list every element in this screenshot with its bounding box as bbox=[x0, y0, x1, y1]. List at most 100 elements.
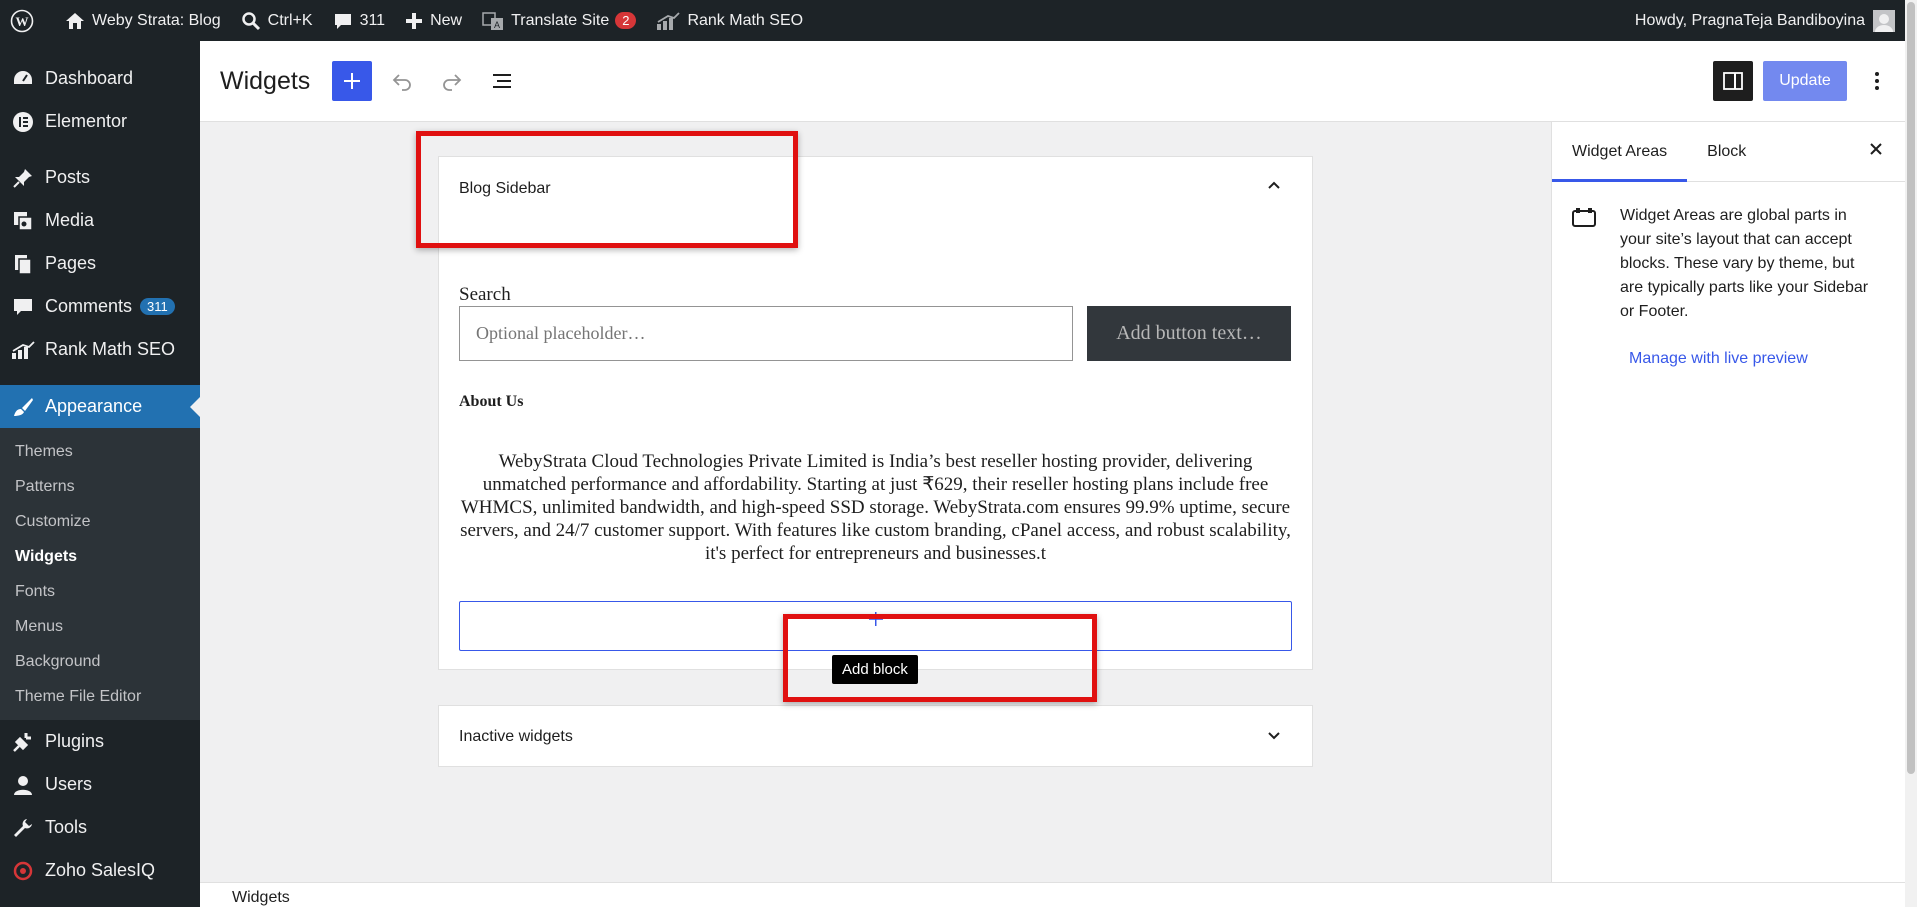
new-label: New bbox=[430, 11, 463, 29]
search-icon bbox=[241, 11, 260, 30]
comments-count: 311 bbox=[359, 11, 386, 29]
dashboard-icon bbox=[11, 67, 35, 91]
command-palette-link[interactable]: Ctrl+K bbox=[231, 0, 323, 41]
menu-item-posts[interactable]: Posts bbox=[0, 156, 200, 199]
comments-link[interactable]: 311 bbox=[323, 0, 396, 41]
search-block-input[interactable]: Optional placeholder… bbox=[459, 306, 1073, 361]
about-us-heading[interactable]: About Us bbox=[459, 393, 523, 411]
breadcrumb-widgets[interactable]: Widgets bbox=[232, 889, 290, 906]
widget-area-icon bbox=[1572, 204, 1596, 324]
user-icon bbox=[11, 773, 35, 797]
submenu-item-fonts[interactable]: Fonts bbox=[0, 574, 200, 609]
comment-icon bbox=[334, 13, 351, 29]
translate-badge: 2 bbox=[615, 12, 637, 29]
menu-label-tools: Tools bbox=[45, 817, 88, 837]
svg-text:A: A bbox=[494, 20, 500, 30]
inactive-widgets-title[interactable]: Inactive widgets bbox=[459, 728, 573, 746]
menu-item-pages[interactable]: Pages bbox=[0, 242, 200, 285]
menu-label-elementor: Elementor bbox=[45, 111, 128, 131]
translate-site-link[interactable]: A Translate Site 2 bbox=[472, 0, 646, 41]
list-view-icon bbox=[493, 74, 512, 88]
pages-icon bbox=[11, 252, 35, 276]
plus-icon bbox=[406, 12, 423, 29]
translate-icon: A bbox=[482, 11, 504, 30]
new-content-link[interactable]: New bbox=[395, 0, 472, 41]
comment-icon bbox=[11, 295, 35, 319]
search-block-label[interactable]: Search bbox=[459, 284, 511, 306]
options-menu-button[interactable] bbox=[1857, 61, 1897, 101]
menu-label-users: Users bbox=[45, 774, 93, 794]
menu-label-rank-math: Rank Math SEO bbox=[45, 339, 176, 359]
header-actions: Update bbox=[1713, 61, 1905, 101]
menu-label-pages: Pages bbox=[45, 253, 97, 273]
admin-menu: Dashboard Elementor Posts Media Pages Co… bbox=[0, 41, 200, 907]
wordpress-logo-icon[interactable]: W bbox=[0, 0, 55, 41]
zoho-salesiq-icon bbox=[11, 859, 35, 883]
add-block-appender[interactable] bbox=[459, 601, 1292, 651]
page-scrollbar[interactable] bbox=[1905, 0, 1917, 907]
home-icon bbox=[66, 12, 84, 29]
menu-item-zoho[interactable]: Zoho SalesIQ bbox=[0, 849, 200, 892]
update-button[interactable]: Update bbox=[1763, 61, 1847, 101]
appearance-submenu: Themes Patterns Customize Widgets Fonts … bbox=[0, 428, 200, 720]
submenu-item-background[interactable]: Background bbox=[0, 644, 200, 679]
menu-label-comments: Comments bbox=[45, 296, 133, 316]
close-icon[interactable] bbox=[1867, 140, 1885, 163]
settings-sidebar-toggle[interactable] bbox=[1713, 61, 1753, 101]
svg-text:W: W bbox=[16, 14, 29, 29]
search-shortcut-label: Ctrl+K bbox=[267, 11, 313, 29]
block-inserter-button[interactable] bbox=[332, 61, 373, 101]
undo-button[interactable] bbox=[382, 61, 422, 101]
plug-icon bbox=[11, 730, 35, 754]
submenu-item-widgets[interactable]: Widgets bbox=[0, 539, 200, 574]
rank-math-link[interactable]: Rank Math SEO bbox=[646, 0, 813, 41]
more-vertical-icon bbox=[1875, 72, 1879, 90]
menu-label-dashboard: Dashboard bbox=[45, 68, 134, 88]
tab-widget-areas[interactable]: Widget Areas bbox=[1552, 122, 1688, 182]
menu-item-media[interactable]: Media bbox=[0, 199, 200, 242]
redo-button[interactable] bbox=[432, 61, 472, 101]
menu-item-comments[interactable]: Comments 311 bbox=[0, 285, 200, 328]
tab-block[interactable]: Block bbox=[1687, 122, 1766, 181]
site-name-link[interactable]: Weby Strata: Blog bbox=[55, 0, 231, 41]
menu-item-plugins[interactable]: Plugins bbox=[0, 720, 200, 763]
menu-label-media: Media bbox=[45, 210, 95, 230]
elementor-icon bbox=[11, 110, 35, 134]
widget-area-blog-sidebar: Blog Sidebar Search Optional placeholder… bbox=[438, 156, 1313, 684]
about-us-paragraph[interactable]: WebyStrata Cloud Technologies Private Li… bbox=[459, 450, 1292, 565]
menu-label-zoho: Zoho SalesIQ bbox=[45, 860, 156, 880]
widgets-canvas: Blog Sidebar Search Optional placeholder… bbox=[200, 122, 1551, 882]
manage-live-preview-link[interactable]: Manage with live preview bbox=[1629, 350, 1905, 368]
media-icon bbox=[11, 209, 35, 233]
scrollbar-thumb[interactable] bbox=[1907, 2, 1915, 774]
menu-item-appearance[interactable]: Appearance bbox=[0, 385, 200, 428]
chevron-down-icon[interactable] bbox=[1266, 728, 1282, 749]
submenu-item-patterns[interactable]: Patterns bbox=[0, 469, 200, 504]
menu-item-tools[interactable]: Tools bbox=[0, 806, 200, 849]
redo-icon bbox=[443, 74, 462, 91]
menu-item-rank-math[interactable]: Rank Math SEO bbox=[0, 328, 200, 371]
list-view-button[interactable] bbox=[482, 61, 522, 101]
submenu-item-menus[interactable]: Menus bbox=[0, 609, 200, 644]
wrench-icon bbox=[11, 816, 35, 840]
rank-math-label: Rank Math SEO bbox=[687, 11, 804, 29]
avatar bbox=[1873, 9, 1895, 32]
site-name-label: Weby Strata: Blog bbox=[92, 11, 221, 29]
widget-area-inactive: Inactive widgets bbox=[438, 705, 1313, 767]
search-block-button[interactable]: Add button text… bbox=[1087, 306, 1291, 361]
chevron-up-icon[interactable] bbox=[1266, 177, 1282, 198]
menu-label-appearance: Appearance bbox=[45, 396, 143, 416]
my-account-link[interactable]: Howdy, PragnaTeja Bandiboyina bbox=[1625, 0, 1905, 41]
menu-item-elementor[interactable]: Elementor bbox=[0, 100, 200, 143]
submenu-item-themes[interactable]: Themes bbox=[0, 434, 200, 469]
widget-areas-description: Widget Areas are global parts in your si… bbox=[1620, 207, 1869, 320]
undo-icon bbox=[393, 74, 412, 91]
settings-tabs: Widget Areas Block bbox=[1552, 122, 1905, 182]
submenu-item-theme-file-editor[interactable]: Theme File Editor bbox=[0, 679, 200, 714]
menu-item-users[interactable]: Users bbox=[0, 763, 200, 806]
menu-item-dashboard[interactable]: Dashboard bbox=[0, 57, 200, 100]
plus-icon bbox=[344, 73, 361, 89]
submenu-item-customize[interactable]: Customize bbox=[0, 504, 200, 539]
add-block-tooltip: Add block bbox=[832, 655, 918, 684]
blog-sidebar-title[interactable]: Blog Sidebar bbox=[459, 180, 551, 198]
